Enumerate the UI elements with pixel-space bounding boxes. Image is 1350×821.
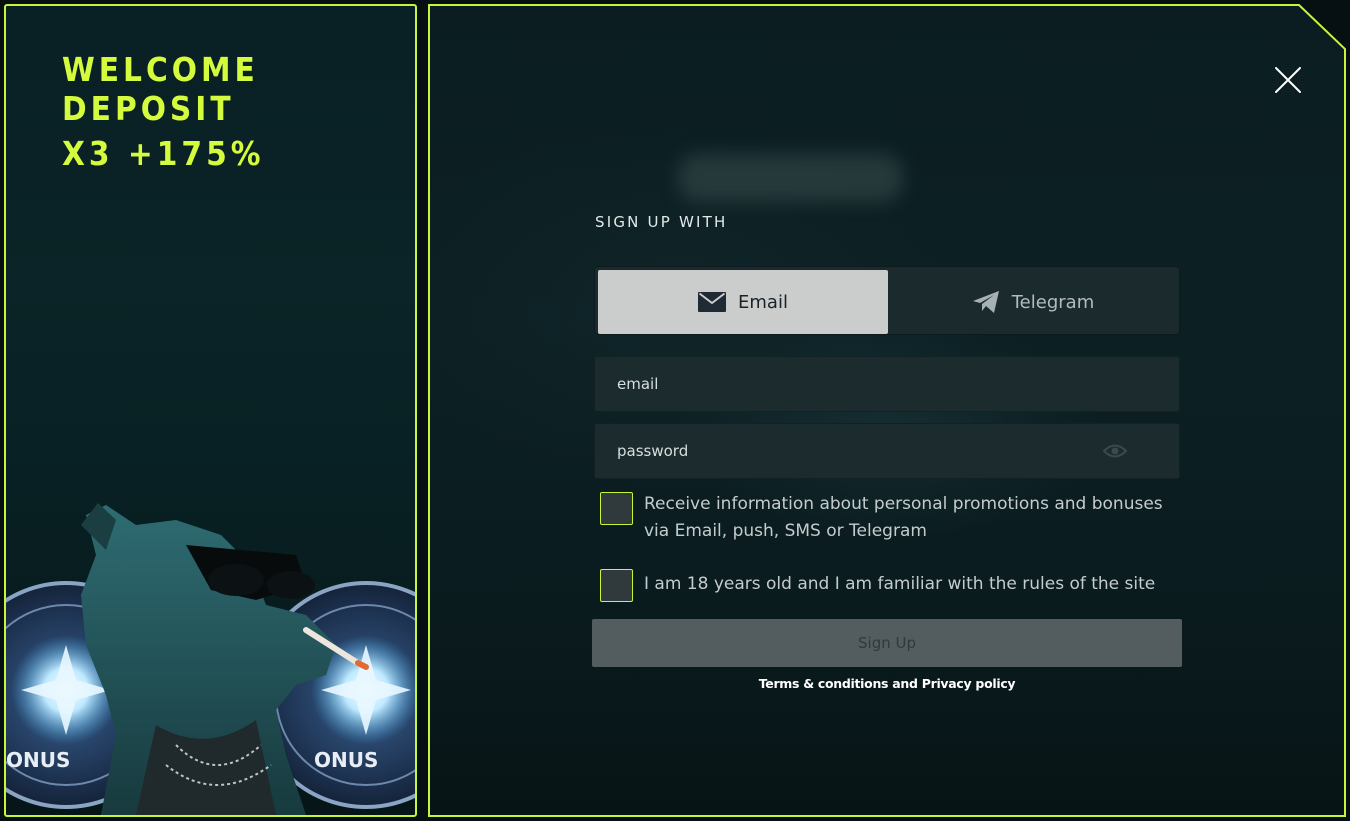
signup-overlay: WELCOME DEPOSIT X3 +175% ONUS ONUS SIGN … (0, 0, 1350, 821)
svg-text:ONUS: ONUS (6, 748, 70, 772)
tab-telegram-label: Telegram (1011, 291, 1095, 313)
promotions-consent-row: Receive information about personal promo… (600, 492, 1174, 545)
promo-line-deposit: DEPOSIT (62, 89, 235, 128)
envelope-icon (698, 292, 727, 312)
signup-method-tabs: Email Telegram (594, 266, 1180, 335)
promo-line-bonus: X3 +175% (62, 134, 265, 173)
promotions-checkbox[interactable] (600, 492, 633, 525)
age-consent-row: I am 18 years old and I am familiar with… (600, 569, 1174, 602)
promo-line-welcome: WELCOME (62, 50, 259, 89)
legal-links: Terms & conditions and Privacy policy (592, 676, 1182, 691)
password-field-wrapper (594, 423, 1180, 479)
close-icon[interactable] (1272, 64, 1304, 96)
legal-and-text: and (892, 676, 918, 691)
telegram-icon (972, 291, 999, 313)
panther-mascot-image: ONUS ONUS (6, 503, 415, 815)
svg-text:ONUS: ONUS (314, 748, 378, 772)
privacy-link[interactable]: Privacy policy (922, 676, 1016, 691)
eye-icon[interactable] (1103, 442, 1127, 460)
age-consent-label: I am 18 years old and I am familiar with… (644, 574, 1156, 594)
terms-link[interactable]: Terms & conditions (759, 676, 889, 691)
email-field-wrapper (594, 356, 1180, 412)
password-field[interactable] (595, 424, 1179, 478)
promo-panel: WELCOME DEPOSIT X3 +175% ONUS ONUS (4, 4, 417, 817)
signup-heading: SIGN UP WITH (595, 213, 728, 231)
age-checkbox[interactable] (600, 569, 633, 602)
signup-button[interactable]: Sign Up (592, 619, 1182, 667)
brand-logo-blurred (678, 154, 903, 202)
tab-telegram[interactable]: Telegram (888, 270, 1178, 334)
email-field[interactable] (595, 357, 1179, 411)
promo-heading: WELCOME DEPOSIT X3 +175% (62, 50, 264, 173)
tab-email-label: Email (738, 291, 788, 313)
promotions-consent-label: Receive information about personal promo… (644, 494, 1163, 541)
tab-email[interactable]: Email (598, 270, 888, 334)
signup-modal: SIGN UP WITH Email Telegram email Receiv… (428, 4, 1346, 817)
